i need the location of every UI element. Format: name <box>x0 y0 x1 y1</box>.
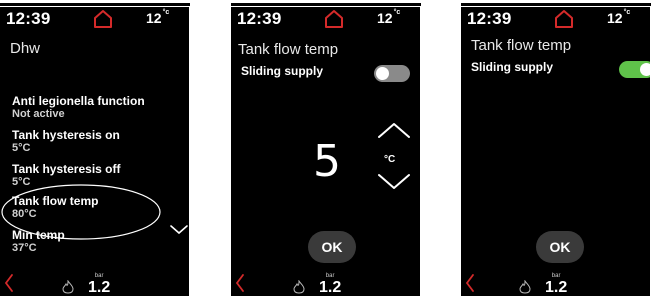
page-title: Dhw <box>10 40 41 57</box>
flame-icon <box>519 280 531 294</box>
increase-arrow-icon[interactable] <box>376 121 412 139</box>
pressure-value: 1.2 <box>88 279 111 296</box>
pressure-readout: bar 1.2 <box>319 273 341 296</box>
flame-icon <box>293 280 305 294</box>
menu-item-value: 5°C <box>12 142 31 154</box>
back-icon[interactable] <box>235 273 245 293</box>
pressure-value: 1.2 <box>545 279 568 296</box>
toggle-knob <box>640 63 650 76</box>
sliding-supply-label: Sliding supply <box>471 60 554 74</box>
menu-item-value: 37°C <box>12 242 37 254</box>
clock: 12:39 <box>467 9 512 28</box>
menu-item-tank-hysteresis-on[interactable]: Tank hysteresis on 5°C <box>12 128 120 155</box>
chevron-down-icon[interactable] <box>170 225 188 235</box>
menu-item-label: Tank hysteresis on <box>12 128 120 142</box>
status-bar: 12:39 12°c <box>461 7 650 29</box>
decrease-arrow-icon[interactable] <box>376 173 412 191</box>
home-icon[interactable] <box>323 8 345 28</box>
sliding-supply-toggle[interactable] <box>619 61 650 78</box>
pressure-readout: bar 1.2 <box>545 273 567 296</box>
top-crop-strip <box>0 0 651 7</box>
value-display: 5 <box>313 136 341 187</box>
page-title: Tank flow temp <box>471 37 572 54</box>
outdoor-temp: 12°c <box>146 9 170 26</box>
page-title: Tank flow temp <box>238 41 339 58</box>
home-icon[interactable] <box>92 8 114 28</box>
dhw-menu-screen: 12:39 12°c Dhw Anti legionella function … <box>0 7 189 296</box>
sliding-supply-toggle[interactable] <box>374 65 410 82</box>
tank-flow-temp-screen-off: 12:39 12°c Tank flow temp Sliding supply… <box>231 7 420 296</box>
back-icon[interactable] <box>465 273 475 293</box>
menu-item-label: Tank hysteresis off <box>12 162 121 176</box>
outdoor-temp: 12°c <box>377 9 401 26</box>
menu-item-anti-legionella[interactable]: Anti legionella function Not active <box>12 94 145 121</box>
outdoor-temp: 12°c <box>607 9 631 26</box>
sliding-supply-label: Sliding supply <box>241 64 324 78</box>
toggle-knob <box>376 67 389 80</box>
ok-button[interactable]: OK <box>536 231 584 263</box>
menu-item-label: Anti legionella function <box>12 94 145 108</box>
flame-icon <box>62 280 74 294</box>
clock: 12:39 <box>6 9 51 28</box>
status-bar: 12:39 12°c <box>231 7 420 29</box>
clock: 12:39 <box>237 9 282 28</box>
pressure-readout: bar 1.2 <box>88 273 110 296</box>
ok-button[interactable]: OK <box>308 231 356 263</box>
back-icon[interactable] <box>4 273 14 293</box>
highlight-ellipse <box>1 184 161 240</box>
value-unit: °C <box>384 154 396 165</box>
menu-item-value: Not active <box>12 108 65 120</box>
tank-flow-temp-screen-on: 12:39 12°c Tank flow temp Sliding supply… <box>461 7 650 296</box>
status-bar: 12:39 12°c <box>0 7 189 29</box>
pressure-value: 1.2 <box>319 279 342 296</box>
home-icon[interactable] <box>553 8 575 28</box>
